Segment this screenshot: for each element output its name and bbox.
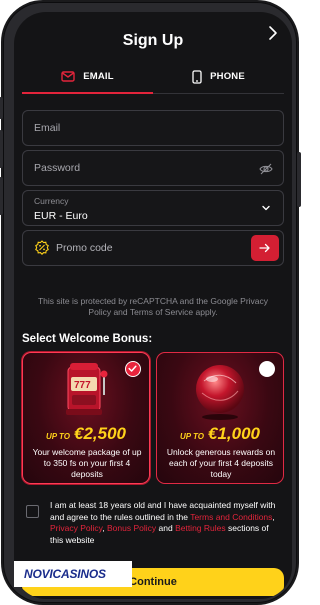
bonus-policy-link[interactable]: Bonus Policy [107, 523, 156, 533]
watermark-part: NOVI [24, 567, 53, 581]
bonus-value: €1,000 [208, 424, 260, 443]
email-field[interactable]: Email [22, 110, 284, 146]
tab-email-label: EMAIL [83, 70, 114, 82]
betting-rules-link[interactable]: Betting Rules [175, 523, 226, 533]
screen: Sign Up EMAIL PHONE Email Password Curre… [14, 12, 292, 599]
password-placeholder: Password [34, 162, 81, 174]
privacy-link[interactable]: Privacy Policy [50, 523, 102, 533]
novicasinos-watermark: NOVI CASINOS [14, 561, 132, 587]
bonus-description: Your welcome package of up to 350 fs on … [32, 447, 142, 479]
bonus-card-slots[interactable]: 777 UP TO €2,500 Your welcome package of … [22, 352, 150, 484]
terms-text: I am at least 18 years old and I have ac… [50, 500, 280, 546]
welcome-bonus-title: Select Welcome Bonus: [22, 333, 153, 345]
side-button [0, 97, 3, 119]
bonus-amount: UP TO €1,000 [157, 424, 283, 444]
bonus-prefix: UP TO [179, 432, 204, 441]
promo-badge-icon [35, 240, 49, 255]
side-button [297, 152, 301, 207]
terms-checkbox[interactable] [26, 505, 39, 518]
promo-apply-button[interactable] [251, 235, 279, 261]
side-button [0, 177, 3, 215]
eye-off-icon[interactable] [259, 162, 273, 176]
terms-separator: and [156, 523, 176, 533]
currency-value: EUR - Euro [34, 210, 88, 222]
arrow-right-icon [259, 243, 270, 253]
bonus-selected-check[interactable] [125, 361, 141, 377]
promo-code-placeholder: Promo code [56, 242, 113, 254]
continue-label: Continue [129, 576, 177, 588]
tab-phone-label: PHONE [210, 71, 245, 82]
check-icon [128, 365, 137, 372]
phone-frame: Sign Up EMAIL PHONE Email Password Curre… [0, 2, 301, 603]
promo-code-field[interactable]: Promo code [22, 230, 284, 266]
terms-link[interactable]: Terms and Conditions [190, 512, 272, 522]
page-title: Sign Up [122, 32, 184, 49]
chevron-right-icon[interactable] [266, 24, 280, 42]
bonus-card-orb[interactable]: UP TO €1,000 Unlock generous rewards on e… [156, 352, 284, 484]
terms-separator: , [272, 511, 275, 522]
mail-icon [61, 70, 75, 82]
recaptcha-notice: This site is protected by reCAPTCHA and … [37, 296, 269, 317]
tab-phone[interactable]: PHONE [153, 60, 284, 94]
svg-text:777: 777 [74, 380, 91, 391]
password-field[interactable]: Password [22, 150, 284, 186]
bonus-description: Unlock generous rewards on each of your … [166, 447, 276, 479]
bonus-unselected-check[interactable] [259, 361, 275, 377]
bonus-value: €2,500 [74, 424, 126, 443]
tab-email[interactable]: EMAIL [22, 60, 153, 94]
slot-machine-icon: 777 [66, 363, 108, 415]
bonus-prefix: UP TO [45, 432, 70, 441]
signup-tabs: EMAIL PHONE [22, 60, 284, 96]
email-placeholder: Email [34, 122, 61, 134]
bonus-amount: UP TO €2,500 [23, 424, 149, 444]
side-button [0, 130, 3, 168]
phone-icon [192, 69, 202, 84]
currency-select[interactable]: Currency EUR - Euro [22, 190, 284, 226]
watermark-part: CASINOS [52, 567, 106, 581]
red-orb-icon [196, 365, 244, 420]
chevron-down-icon [262, 205, 270, 211]
currency-label: Currency [34, 196, 69, 206]
